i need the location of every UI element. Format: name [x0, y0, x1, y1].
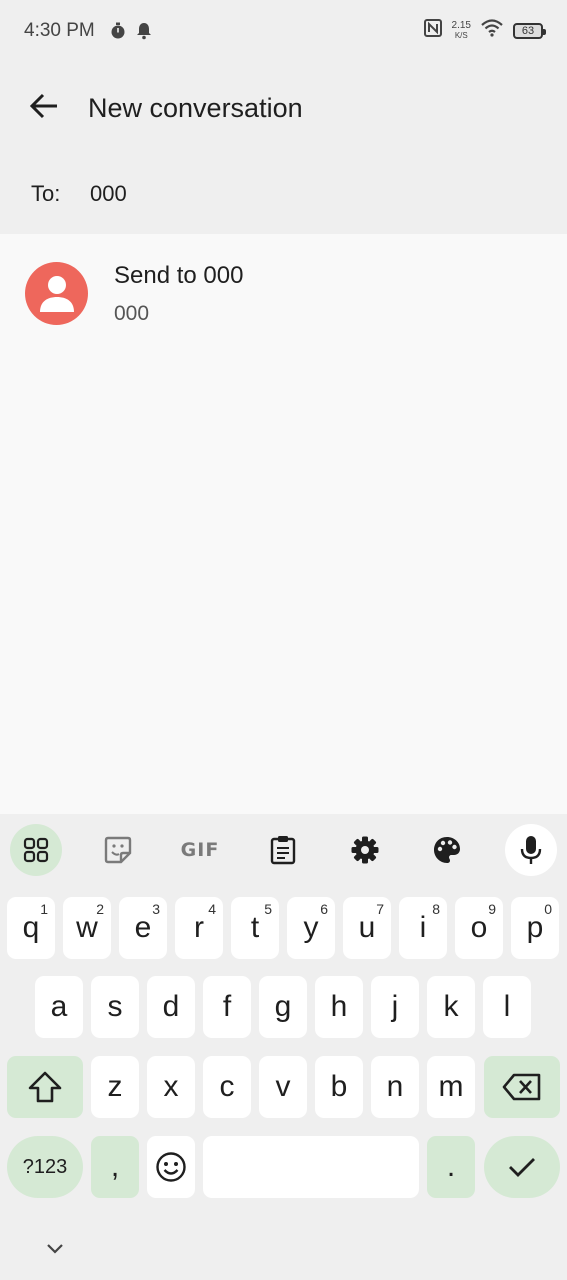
status-time: 4:30 PM — [24, 20, 95, 41]
key-b[interactable]: b — [315, 1056, 363, 1118]
app-bar: New conversation — [0, 62, 567, 154]
checkmark-icon — [509, 1158, 535, 1177]
key-e[interactable]: e3 — [119, 897, 167, 959]
emoji-key[interactable] — [147, 1136, 195, 1198]
key-k[interactable]: k — [427, 976, 475, 1038]
key-v[interactable]: v — [259, 1056, 307, 1118]
send-to-suggestion[interactable]: Send to 000 000 — [0, 234, 567, 352]
keyboard: GIF q1w2e3r4t5y6u7i8o9p0 asdfghjkl zxcvb… — [0, 814, 567, 1280]
net-speed: 2.15 K/S — [452, 21, 471, 41]
key-t[interactable]: t5 — [231, 897, 279, 959]
recipient-input[interactable]: 000 — [90, 181, 127, 207]
keyboard-toolbar: GIF — [0, 814, 567, 886]
settings-gear-icon[interactable] — [339, 824, 391, 876]
comma-key[interactable]: , — [91, 1136, 139, 1198]
key-hint: 1 — [40, 901, 48, 917]
key-q[interactable]: q1 — [7, 897, 55, 959]
key-hint: 7 — [376, 901, 384, 917]
key-m[interactable]: m — [427, 1056, 475, 1118]
gif-icon[interactable]: GIF — [174, 824, 226, 876]
key-i[interactable]: i8 — [399, 897, 447, 959]
key-hint: 0 — [544, 901, 552, 917]
notification-bell-icon — [133, 20, 155, 42]
key-hint: 2 — [96, 901, 104, 917]
enter-key[interactable] — [484, 1136, 560, 1198]
wifi-icon — [481, 19, 503, 43]
suggestion-title: Send to 000 — [114, 262, 244, 289]
key-hint: 8 — [432, 901, 440, 917]
key-hint: 5 — [264, 901, 272, 917]
battery-level: 63 — [521, 25, 535, 37]
key-x[interactable]: x — [147, 1056, 195, 1118]
key-p[interactable]: p0 — [511, 897, 559, 959]
key-hint: 9 — [488, 901, 496, 917]
key-label: u — [358, 911, 376, 944]
key-g[interactable]: g — [259, 976, 307, 1038]
key-label: t — [250, 911, 260, 944]
key-c[interactable]: c — [203, 1056, 251, 1118]
arrow-back-icon — [29, 93, 58, 124]
symbols-key[interactable]: ?123 — [7, 1136, 83, 1198]
person-icon — [39, 275, 74, 312]
hide-keyboard-button[interactable] — [40, 1234, 70, 1264]
status-bar: 4:30 PM 2.15 K/S 63 — [0, 0, 567, 62]
timer-icon — [107, 20, 129, 42]
recipient-label: To: — [31, 181, 61, 206]
key-u[interactable]: u7 — [343, 897, 391, 959]
key-z[interactable]: z — [91, 1056, 139, 1118]
key-a[interactable]: a — [35, 976, 83, 1038]
nfc-icon — [423, 19, 442, 43]
suggestion-number: 000 — [114, 302, 150, 325]
backspace-icon — [502, 1073, 541, 1101]
key-n[interactable]: n — [371, 1056, 419, 1118]
key-l[interactable]: l — [483, 976, 531, 1038]
page-title: New conversation — [88, 92, 303, 123]
key-label: p — [526, 911, 544, 944]
key-j[interactable]: j — [371, 976, 419, 1038]
key-d[interactable]: d — [147, 976, 195, 1038]
avatar — [25, 262, 88, 325]
shift-arrow-icon — [28, 1071, 62, 1103]
microphone-icon[interactable] — [505, 824, 557, 876]
shift-key[interactable] — [7, 1056, 83, 1118]
key-label: e — [134, 911, 152, 944]
apps-grid-icon[interactable] — [10, 824, 62, 876]
key-w[interactable]: w2 — [63, 897, 111, 959]
key-y[interactable]: y6 — [287, 897, 335, 959]
key-hint: 4 — [208, 901, 216, 917]
emoji-icon — [156, 1152, 186, 1182]
palette-icon[interactable] — [421, 824, 473, 876]
backspace-key[interactable] — [484, 1056, 560, 1118]
space-key[interactable] — [203, 1136, 419, 1198]
recipient-row: To: 000 — [0, 154, 567, 234]
chevron-down-icon — [47, 1244, 63, 1254]
key-r[interactable]: r4 — [175, 897, 223, 959]
back-button[interactable] — [0, 62, 88, 154]
key-hint: 3 — [152, 901, 160, 917]
net-speed-value: 2.15 — [451, 20, 471, 31]
key-f[interactable]: f — [203, 976, 251, 1038]
sticker-icon[interactable] — [92, 824, 144, 876]
clipboard-icon[interactable] — [257, 824, 309, 876]
key-label: q — [22, 911, 40, 944]
key-h[interactable]: h — [315, 976, 363, 1038]
key-hint: 6 — [320, 901, 328, 917]
key-label: i — [419, 911, 427, 944]
key-s[interactable]: s — [91, 976, 139, 1038]
battery-icon: 63 — [513, 23, 546, 39]
key-label: y — [303, 911, 319, 944]
key-o[interactable]: o9 — [455, 897, 503, 959]
gif-label: GIF — [180, 839, 220, 861]
key-label: r — [194, 911, 204, 944]
period-key[interactable]: . — [427, 1136, 475, 1198]
net-speed-unit: K/S — [454, 31, 468, 40]
key-label: w — [76, 911, 98, 944]
key-label: o — [470, 911, 488, 944]
